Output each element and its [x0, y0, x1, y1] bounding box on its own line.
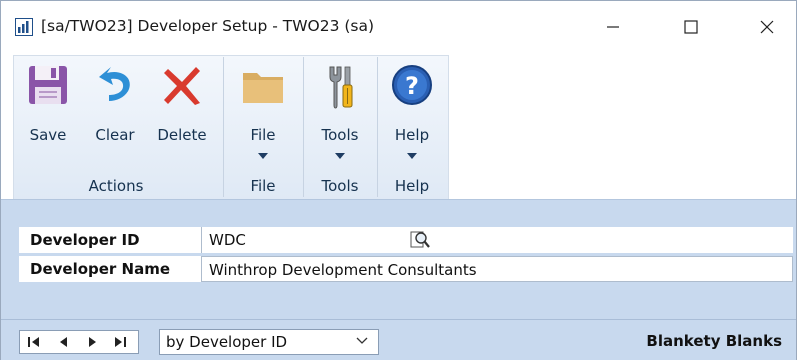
group-label-actions: Actions [88, 177, 144, 195]
last-record-icon[interactable] [113, 336, 127, 348]
help-question-icon: ? [390, 63, 434, 111]
red-x-icon [160, 63, 204, 111]
delete-label: Delete [157, 126, 207, 144]
developer-id-field[interactable]: WDC [201, 227, 433, 253]
minimize-button[interactable] [582, 1, 644, 53]
previous-record-icon[interactable] [57, 336, 71, 348]
clear-button[interactable]: Clear [85, 57, 145, 169]
help-menu-button[interactable]: ? Help [379, 57, 445, 169]
group-label-tools: Tools [321, 177, 359, 195]
save-button[interactable]: Save [19, 57, 77, 169]
group-separator [377, 57, 378, 197]
undo-arrow-icon [93, 63, 137, 111]
record-navigator [19, 330, 139, 354]
minimize-icon [607, 26, 619, 28]
developer-id-label: Developer ID [30, 231, 140, 249]
bottom-bar: by Developer ID Blankety Blanks [1, 319, 796, 360]
developer-id-row: Developer ID WDC [19, 227, 793, 253]
tools-menu-button[interactable]: Tools [307, 57, 373, 169]
group-label-file: File [250, 177, 276, 195]
developer-setup-window: [sa/TWO23] Developer Setup - TWO23 (sa) [0, 0, 797, 360]
lookup-magnifier-icon[interactable] [409, 229, 431, 251]
folder-icon [240, 63, 286, 111]
tools-dropdown-arrow-icon [335, 153, 345, 159]
floppy-disk-icon [26, 63, 70, 111]
file-menu-button[interactable]: File [229, 57, 297, 169]
help-label: Help [394, 126, 430, 144]
next-record-icon[interactable] [85, 336, 99, 348]
close-icon [760, 20, 774, 34]
delete-button[interactable]: Delete [149, 57, 215, 169]
clear-label: Clear [95, 126, 135, 144]
file-dropdown-arrow-icon [258, 153, 268, 159]
save-label: Save [29, 126, 67, 144]
first-record-icon[interactable] [27, 336, 41, 348]
sort-order-value: by Developer ID [166, 333, 288, 351]
maximize-icon [684, 20, 698, 34]
close-button[interactable] [736, 1, 797, 53]
group-label-help: Help [394, 177, 430, 195]
window-title: [sa/TWO23] Developer Setup - TWO23 (sa) [41, 17, 375, 35]
developer-name-row: Developer Name Winthrop Development Cons… [19, 256, 793, 282]
sort-order-dropdown[interactable]: by Developer ID [159, 329, 379, 355]
title-bar: [sa/TWO23] Developer Setup - TWO23 (sa) [1, 1, 796, 53]
app-chart-icon [15, 18, 33, 36]
status-text: Blankety Blanks [646, 332, 782, 350]
developer-name-value: Winthrop Development Consultants [209, 261, 477, 279]
developer-id-value: WDC [209, 231, 246, 249]
svg-text:?: ? [405, 72, 419, 100]
maximize-button[interactable] [660, 1, 722, 53]
developer-name-label: Developer Name [30, 260, 171, 278]
group-separator [303, 57, 304, 197]
help-dropdown-arrow-icon [407, 153, 417, 159]
wrench-screwdriver-icon [320, 63, 360, 113]
tools-label: Tools [321, 126, 359, 144]
form-area: Developer ID WDC Developer Name Winthrop… [1, 199, 796, 320]
file-label: File [250, 126, 276, 144]
group-separator [223, 57, 224, 197]
chevron-down-icon [356, 337, 368, 344]
developer-name-field[interactable]: Winthrop Development Consultants [201, 256, 793, 282]
ribbon: Save Clear Delete Actions File File Tool… [1, 53, 796, 200]
